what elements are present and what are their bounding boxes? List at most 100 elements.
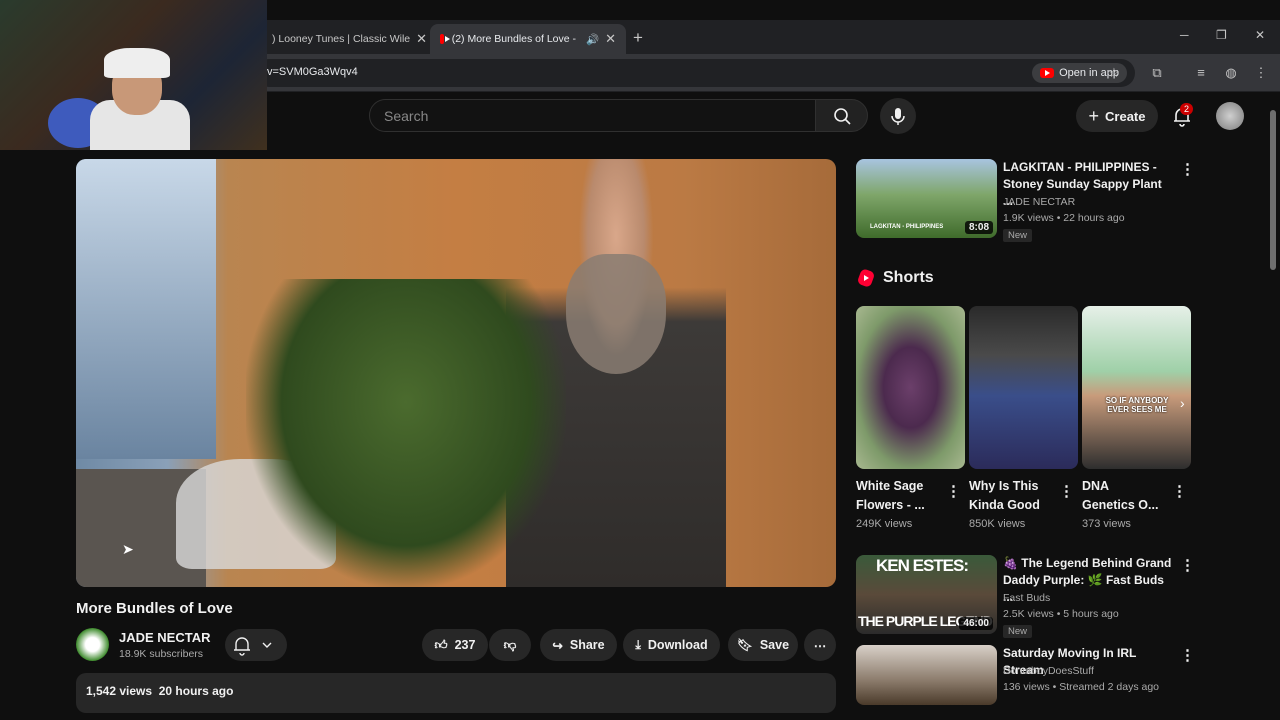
video-duration: 8:08 [964, 221, 993, 234]
new-badge: New [1003, 229, 1033, 242]
save-label: Save [759, 638, 790, 652]
tab-label: (2) More Bundles of Love - [451, 33, 577, 45]
short-thumbnail[interactable] [856, 306, 965, 469]
related-meta: 1.9K views • 22 hours ago [1003, 212, 1125, 224]
short-title-line: Why Is This [969, 479, 1039, 493]
restore-icon[interactable]: ❐ [1216, 28, 1227, 42]
short-caption: SO IF ANYBODY EVER SEES ME [1105, 396, 1169, 414]
voice-search-button[interactable] [880, 98, 916, 134]
related-meta: 136 views • Streamed 2 days ago [1003, 681, 1160, 693]
related-channel[interactable]: DonutboyDoesStuff [1003, 663, 1094, 679]
subscription-bell-button[interactable] [225, 629, 287, 661]
speaker-icon[interactable]: 🔊 [586, 33, 599, 46]
short-thumbnail[interactable] [969, 306, 1078, 469]
related-thumbnail[interactable]: LAGKITAN - PHILIPPINES 8:08 [856, 159, 997, 238]
short-views: 850K views [969, 518, 1026, 530]
related-channel[interactable]: Fast Buds [1003, 590, 1050, 606]
save-icon: 🔖︎ [736, 637, 753, 652]
related-thumbnail[interactable] [856, 645, 997, 705]
channel-name[interactable]: JADE NECTAR [119, 630, 211, 645]
related-thumbnail[interactable]: KEN ESTES: THE PURPLE LEGEND 46:00 [856, 555, 997, 634]
media-controls-icon[interactable]: ≡ [1192, 64, 1210, 82]
youtube-icon [440, 34, 450, 44]
download-label: Download [647, 638, 708, 652]
new-badge: New [1003, 625, 1033, 638]
youtube-icon [1040, 68, 1055, 78]
account-avatar[interactable] [1216, 102, 1244, 130]
tab-label: ) Looney Tunes | Classic Wile [272, 33, 411, 45]
page-scrollbar[interactable] [1270, 110, 1276, 270]
profile-icon[interactable]: ◍ [1222, 64, 1240, 82]
shorts-icon [858, 269, 874, 287]
mic-icon [891, 108, 905, 125]
thumbs-down-icon: 👎︎ [503, 637, 517, 652]
search-input[interactable]: Search [369, 99, 816, 132]
close-icon[interactable]: ✕ [599, 31, 616, 47]
save-button[interactable]: 🔖︎ Save [728, 629, 798, 661]
webcam-overlay [0, 0, 267, 150]
description-box[interactable]: 1,542 views 20 hours ago [76, 673, 836, 713]
download-icon: ⤓ [635, 637, 641, 652]
notification-badge: 2 [1180, 103, 1194, 115]
more-vert-icon[interactable]: ⋮ [1180, 556, 1195, 574]
more-vert-icon[interactable]: ⋮ [1172, 482, 1187, 500]
next-arrow-icon[interactable]: › [1180, 395, 1185, 411]
extensions-icon[interactable]: ⧉ [1148, 64, 1166, 82]
short-views: 249K views [856, 518, 913, 530]
short-title[interactable]: DNA Genetics O... [1082, 477, 1158, 515]
more-vert-icon[interactable]: ⋮ [1180, 160, 1195, 178]
mouse-cursor-icon: ➤ [122, 541, 134, 557]
tab-looney-tunes[interactable]: ) Looney Tunes | Classic Wile ✕ [262, 24, 428, 54]
upload-age: 20 hours ago [158, 684, 234, 698]
share-label: Share [569, 638, 605, 652]
search-icon [834, 108, 851, 125]
short-title[interactable]: Why Is This Kinda Good [969, 477, 1040, 515]
search-button[interactable] [815, 99, 868, 132]
subscriber-count: 18.9K subscribers [119, 648, 204, 660]
related-title-line: 🍇 The Legend Behind Grand [1003, 556, 1172, 570]
like-count: 237 [454, 638, 476, 652]
more-actions-button[interactable]: ⋯ [804, 629, 836, 661]
share-icon: ↪ [552, 638, 563, 653]
new-tab-icon[interactable]: + [633, 28, 643, 48]
short-title-line: Genetics O... [1082, 498, 1159, 512]
url-text: v=SVM0Ga3Wqv4 [267, 66, 358, 78]
download-button[interactable]: ⤓ Download [623, 629, 720, 661]
short-thumbnail[interactable]: SO IF ANYBODY EVER SEES ME [1082, 306, 1191, 469]
short-title-line: White Sage [856, 479, 924, 493]
short-title-line: Kinda Good [969, 498, 1040, 512]
dislike-button[interactable]: 👎︎ [489, 629, 531, 661]
video-window-scene [76, 159, 216, 459]
related-title-line: LAGKITAN - PHILIPPINES - [1003, 160, 1157, 174]
bell-icon [234, 637, 272, 656]
view-count: 1,542 views [86, 684, 153, 698]
video-duration: 46:00 [959, 617, 993, 630]
minimize-icon[interactable]: ─ [1180, 28, 1189, 42]
more-vert-icon[interactable]: ⋮ [946, 482, 961, 500]
short-title-line: Flowers - ... [856, 498, 925, 512]
close-window-icon[interactable]: ✕ [1255, 28, 1265, 42]
thumbnail-caption: LAGKITAN - PHILIPPINES [870, 224, 944, 230]
create-button[interactable]: + Create [1076, 100, 1158, 132]
shorts-heading: Shorts [883, 269, 934, 286]
channel-avatar[interactable] [76, 628, 109, 661]
share-button[interactable]: ↪ Share [540, 629, 617, 661]
menu-icon[interactable]: ⋮ [1252, 64, 1270, 82]
address-bar[interactable]: v=SVM0Ga3Wqv4 Open in app [255, 59, 1135, 87]
more-vert-icon[interactable]: ⋮ [1059, 482, 1074, 500]
video-player[interactable]: ➤ [76, 159, 836, 587]
like-button[interactable]: 👍︎ 237 [422, 629, 488, 661]
plus-icon: + [1088, 105, 1100, 126]
short-title-line: DNA [1082, 479, 1110, 493]
close-icon[interactable]: ✕ [410, 31, 427, 47]
bookmark-star-icon[interactable]: ☆ [1105, 64, 1123, 82]
short-title[interactable]: White Sage Flowers - ... [856, 477, 925, 515]
video-beard-scene [566, 254, 666, 374]
video-plant-bundle [246, 279, 566, 587]
streamer-hat [104, 48, 170, 78]
related-channel[interactable]: JADE NECTAR [1003, 194, 1075, 210]
more-vert-icon[interactable]: ⋮ [1180, 646, 1195, 664]
thumbnail-caption: KEN ESTES: [876, 556, 969, 575]
create-label: Create [1105, 108, 1146, 124]
tab-more-bundles[interactable]: (2) More Bundles of Love - 🔊 ✕ [430, 24, 626, 54]
